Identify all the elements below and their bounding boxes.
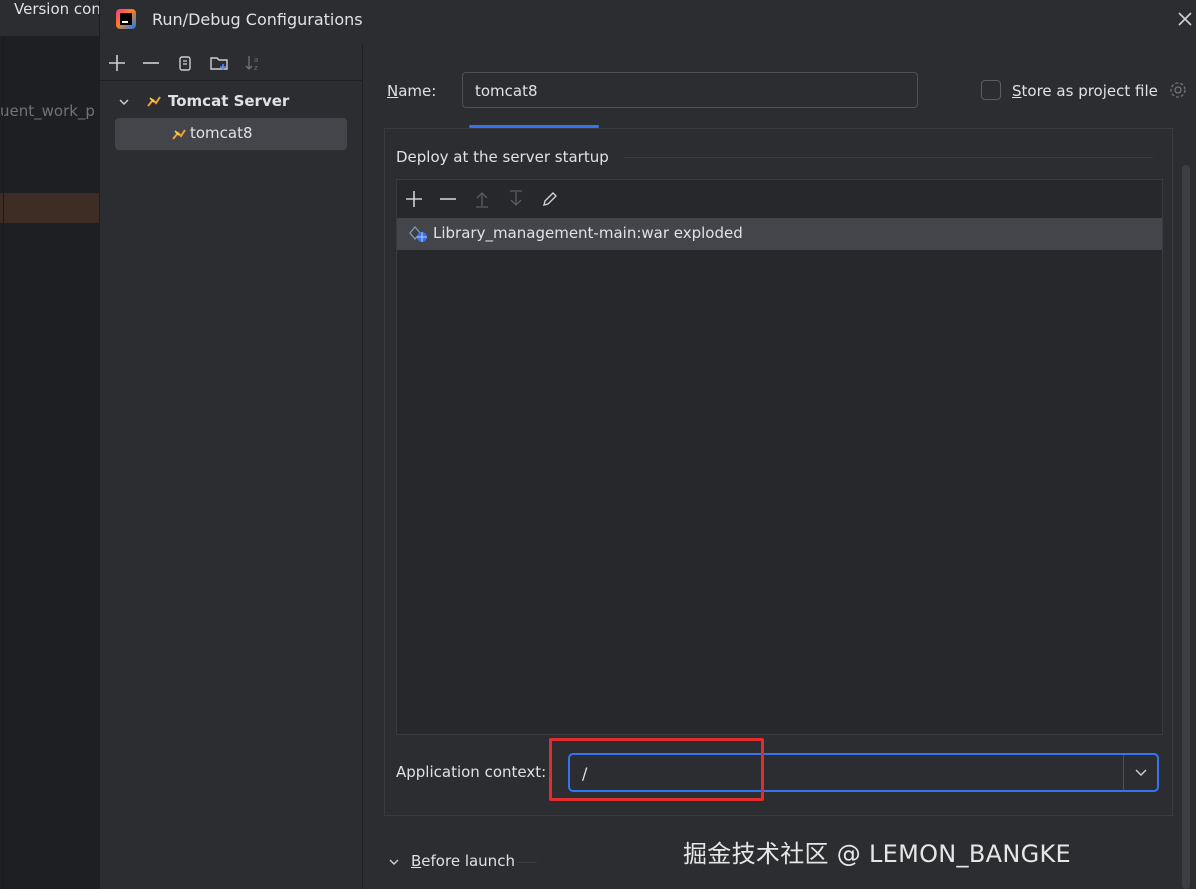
sort-icon[interactable]: az: [242, 52, 264, 74]
name-input[interactable]: [473, 73, 907, 109]
gear-icon[interactable]: [1168, 80, 1188, 100]
background-highlight-row: [0, 193, 100, 223]
svg-text:z: z: [254, 64, 258, 72]
intellij-idea-icon: [116, 9, 136, 29]
background-divider: [3, 36, 4, 889]
tomcat-icon: [172, 129, 186, 140]
close-icon[interactable]: [1174, 8, 1196, 30]
remove-icon[interactable]: [437, 188, 459, 210]
add-icon[interactable]: [106, 52, 128, 74]
deployment-artifact-list[interactable]: Library_management-main:war exploded: [396, 179, 1163, 735]
deployment-panel: Deploy at the server startup Library_man…: [384, 128, 1173, 816]
copy-icon[interactable]: [174, 52, 196, 74]
chevron-down-icon[interactable]: [388, 856, 400, 868]
list-item[interactable]: Library_management-main:war exploded: [397, 218, 1162, 250]
name-field[interactable]: [462, 72, 918, 109]
web-artifact-icon: [409, 225, 427, 242]
new-folder-icon[interactable]: [208, 52, 230, 74]
section-divider: [623, 157, 1153, 158]
application-context-label: Application context:: [396, 763, 547, 781]
store-as-project-file-label[interactable]: Store as project file: [1012, 82, 1158, 100]
edit-icon[interactable]: [539, 188, 561, 210]
run-debug-dialog: Run/Debug Configurations az Tomcat Serve…: [99, 0, 1196, 889]
move-down-icon[interactable]: [505, 188, 527, 210]
name-label: Name:: [387, 82, 437, 100]
section-divider: [517, 862, 537, 863]
deploy-section-title: Deploy at the server startup: [396, 148, 609, 166]
chevron-down-icon[interactable]: [118, 96, 130, 108]
tomcat-icon: [147, 96, 161, 107]
tree-item-tomcat8[interactable]: tomcat8: [115, 118, 347, 150]
before-launch-label: Before launch: [411, 852, 515, 870]
background-project-text: uent_work_p: [0, 102, 95, 120]
store-as-project-file-checkbox[interactable]: [981, 80, 1001, 100]
configuration-tree-panel: az Tomcat Server tomcat8: [100, 44, 363, 889]
tree-group-tomcat-server[interactable]: Tomcat Server: [114, 90, 354, 114]
chevron-down-icon[interactable]: [1123, 755, 1158, 790]
dialog-title: Run/Debug Configurations: [152, 10, 363, 29]
deployment-toolbar: [397, 180, 1162, 218]
tree-item-label: tomcat8: [190, 124, 253, 142]
watermark-text: 掘金技术社区 @ LEMON_BANGKE: [683, 840, 1071, 868]
configuration-toolbar: az: [100, 44, 362, 81]
dialog-titlebar: Run/Debug Configurations: [100, 0, 1196, 44]
application-context-combobox[interactable]: [568, 753, 1159, 792]
version-control-tab[interactable]: Version control: [0, 0, 126, 36]
svg-text:a: a: [254, 56, 258, 64]
application-context-input[interactable]: [580, 755, 1114, 792]
add-icon[interactable]: [403, 188, 425, 210]
tree-group-label: Tomcat Server: [168, 92, 290, 110]
background-ide-window: Version control uent_work_p: [0, 0, 126, 889]
move-up-icon[interactable]: [471, 188, 493, 210]
remove-icon[interactable]: [140, 52, 162, 74]
vertical-scrollbar[interactable]: [1182, 165, 1190, 889]
artifact-label: Library_management-main:war exploded: [433, 224, 743, 242]
